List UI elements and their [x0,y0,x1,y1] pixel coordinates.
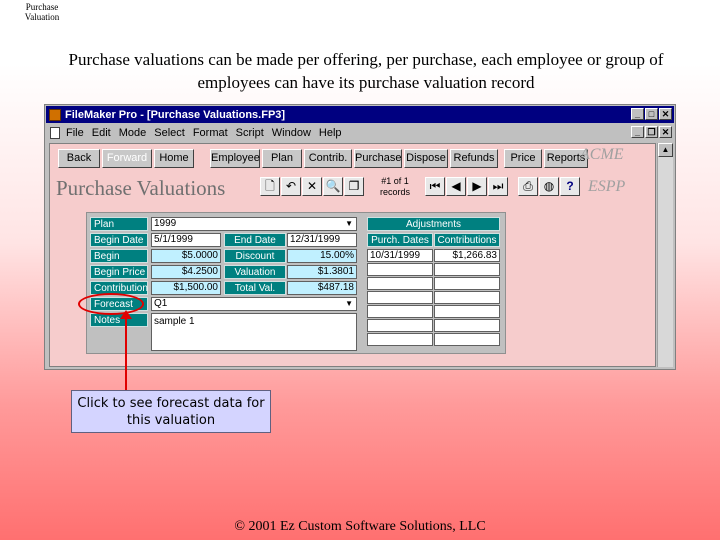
doc-restore-icon[interactable]: ❐ [645,126,658,138]
adj-amount-cell[interactable] [434,277,500,290]
scroll-up-icon[interactable]: ▲ [658,143,673,157]
adj-amount-cell[interactable] [434,291,500,304]
adj-date-cell[interactable]: 10/31/1999 [367,249,433,262]
notes-field[interactable]: sample 1 [151,313,357,351]
employee-button[interactable]: Employee [210,149,260,168]
plan-label: Plan [90,217,148,231]
forward-button[interactable]: Forward [102,149,152,168]
end-date-field[interactable]: 12/31/1999 [287,233,357,247]
duplicate-icon[interactable]: ❐ [344,177,364,196]
new-record-icon[interactable]: 🗋 [260,177,280,196]
print-icon[interactable]: ⎙ [518,177,538,196]
plan-dropdown[interactable]: 1999 ▼ [151,217,357,231]
help-icon[interactable]: ? [560,177,580,196]
forecast-callout: Click to see forecast data for this valu… [71,390,271,433]
menubar: File Edit Mode Select Format Script Wind… [46,124,674,141]
adj-amount-cell[interactable] [434,305,500,318]
callout-arrow-line [125,314,127,390]
adj-amount-cell[interactable] [434,333,500,346]
find-icon[interactable]: 🔍 [323,177,343,196]
adj-date-cell[interactable] [367,291,433,304]
back-button[interactable]: Back [58,149,100,168]
plan-button[interactable]: Plan [262,149,302,168]
dropdown-arrow-icon: ▼ [345,299,353,308]
layout-area: Back Forward Home Employee Plan Contrib.… [49,143,656,367]
contributions-header: Contributions [434,233,500,247]
adjustments-header: Adjustments [367,217,500,231]
copyright-footer: © 2001 Ez Custom Software Solutions, LLC [234,519,486,534]
slide-label: Purchase Valuation [24,2,60,22]
home-button[interactable]: Home [154,149,194,168]
doc-close-icon[interactable]: ✕ [659,126,672,138]
discount-label: Discount [224,249,286,263]
brand-acme: ACME [580,146,624,163]
window-titlebar: FileMaker Pro - [Purchase Valuations.FP3… [46,106,674,123]
adj-date-cell[interactable] [367,305,433,318]
undo-icon[interactable]: ↶ [281,177,301,196]
slide-heading: Purchase valuations can be made per offe… [68,50,664,92]
dropdown-arrow-icon: ▼ [345,219,353,228]
adj-date-cell[interactable] [367,319,433,332]
menu-window[interactable]: Window [272,127,311,139]
notes-label: Notes [90,313,148,327]
discount-field[interactable]: 15.00% [287,249,357,263]
begin-price-field[interactable]: $4.2500 [151,265,221,279]
adj-date-cell[interactable] [367,263,433,276]
page-title: Purchase Valuations [56,176,226,200]
brand-espp: ESPP [588,178,626,195]
vertical-scrollbar[interactable]: ▲ [657,143,673,367]
menu-file[interactable]: File [66,127,84,139]
adj-amount-cell[interactable]: $1,266.83 [434,249,500,262]
total-val-field[interactable]: $487.18 [287,281,357,295]
menu-edit[interactable]: Edit [92,127,111,139]
begin-value-field[interactable]: $5.0000 [151,249,221,263]
end-date-label: End Date [224,233,286,247]
menu-help[interactable]: Help [319,127,342,139]
close-icon[interactable]: ✕ [659,108,672,120]
delete-icon[interactable]: ✕ [302,177,322,196]
minimize-icon[interactable]: _ [631,108,644,120]
begin-date-label: Begin Date [90,233,148,247]
preview-icon[interactable]: ◍ [539,177,559,196]
adj-amount-cell[interactable] [434,319,500,332]
next-record-icon[interactable]: ▶ [467,177,487,196]
menu-mode[interactable]: Mode [119,127,147,139]
record-info: #1 of 1 records [379,176,410,197]
document-icon[interactable] [50,126,60,139]
adj-date-cell[interactable] [367,277,433,290]
begin-date-field[interactable]: 5/1/1999 [151,233,221,247]
total-val-label: Total Val. [224,281,286,295]
valuation-label: Valuation [224,265,286,279]
last-record-icon[interactable]: ⏭ [488,177,508,196]
dispose-button[interactable]: Dispose [404,149,448,168]
purchase-button[interactable]: Purchase [354,149,402,168]
filemaker-window: FileMaker Pro - [Purchase Valuations.FP3… [44,104,676,370]
plan-value: 1999 [154,218,177,229]
prev-record-icon[interactable]: ◀ [446,177,466,196]
menu-format[interactable]: Format [193,127,228,139]
begin-value-label: Begin Value [90,249,148,276]
forecast-value: Q1 [154,298,168,309]
contribution-field[interactable]: $1,500.00 [151,281,221,295]
menu-select[interactable]: Select [154,127,185,139]
begin-price-label: Begin Price [90,265,148,279]
adj-amount-cell[interactable] [434,263,500,276]
menu-script[interactable]: Script [236,127,264,139]
adj-date-cell[interactable] [367,333,433,346]
first-record-icon[interactable]: ⏮ [425,177,445,196]
purch-dates-header: Purch. Dates [367,233,433,247]
valuation-field[interactable]: $1.3801 [287,265,357,279]
refunds-button[interactable]: Refunds [450,149,498,168]
forecast-highlight [78,293,144,315]
doc-minimize-icon[interactable]: _ [631,126,644,138]
filemaker-icon [49,108,61,121]
valuation-form: Plan 1999 ▼ Begin Date 5/1/1999 End Date… [86,212,506,354]
price-button[interactable]: Price [504,149,542,168]
contrib-button[interactable]: Contrib. [304,149,352,168]
forecast-dropdown[interactable]: Q1 ▼ [151,297,357,311]
window-title: FileMaker Pro - [Purchase Valuations.FP3… [65,108,286,121]
maximize-icon[interactable]: □ [645,108,658,120]
